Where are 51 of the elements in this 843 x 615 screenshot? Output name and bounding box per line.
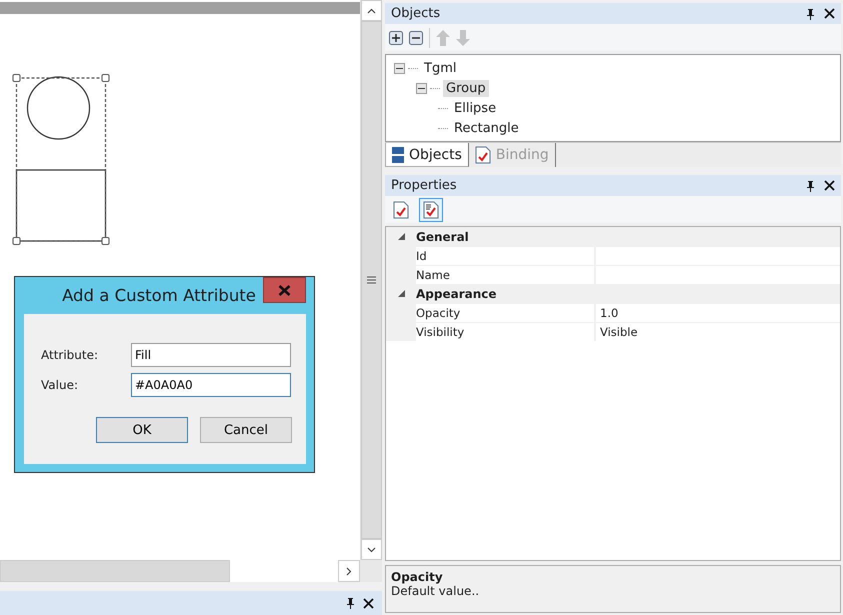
input-field[interactable]: #A0A0A0 xyxy=(131,373,291,397)
close-icon[interactable] xyxy=(824,180,835,191)
caret-up-icon xyxy=(367,8,376,14)
category-label: Appearance xyxy=(416,286,497,300)
layers-icon xyxy=(392,146,404,162)
pin-icon[interactable] xyxy=(346,597,355,609)
collapse-icon[interactable] xyxy=(416,82,427,94)
property-name: Id xyxy=(416,246,594,264)
tree-item[interactable]: Rectangle xyxy=(451,120,522,136)
dialog-title: Add a Custom Attribute xyxy=(61,285,257,305)
tree-item[interactable]: Ellipse xyxy=(451,100,500,116)
expand-all-icon[interactable] xyxy=(389,30,403,44)
selection-box[interactable] xyxy=(12,74,110,245)
close-button[interactable] xyxy=(263,277,306,303)
property-name: Name xyxy=(416,266,594,284)
scroll-down-button[interactable] xyxy=(361,539,382,560)
input-field[interactable]: Fill xyxy=(131,343,291,367)
panel-tab[interactable]: Objects xyxy=(385,143,469,167)
category-label: General xyxy=(416,230,469,244)
tree-item[interactable]: Tgml xyxy=(421,60,460,76)
scrollbar-thumb[interactable] xyxy=(0,560,230,582)
cancel-button[interactable]: Cancel xyxy=(200,417,292,443)
panel-title: Properties xyxy=(391,178,458,193)
property-value[interactable]: Visible xyxy=(596,322,840,340)
close-icon[interactable] xyxy=(363,598,374,608)
pin-icon[interactable] xyxy=(806,8,815,20)
panel-title: Objects xyxy=(391,6,442,21)
property-name: Opacity xyxy=(416,304,594,322)
field-label: Attribute: xyxy=(41,348,100,362)
close-icon[interactable] xyxy=(824,8,835,19)
field-label: Value: xyxy=(41,378,79,392)
categorized-view-button[interactable] xyxy=(419,198,443,222)
scroll-up-button[interactable] xyxy=(361,0,382,21)
ellipse-shape xyxy=(26,76,90,140)
document-check-icon xyxy=(423,200,439,218)
scrollbar-thumb[interactable] xyxy=(361,21,382,539)
property-name: Visibility xyxy=(416,322,594,340)
property-value[interactable]: 1.0 xyxy=(596,304,840,322)
collapse-all-icon[interactable] xyxy=(409,30,423,44)
caret-right-icon xyxy=(346,566,352,576)
collapse-icon[interactable] xyxy=(394,62,405,74)
pin-icon[interactable] xyxy=(806,180,815,192)
tree-item[interactable]: Group xyxy=(443,80,489,96)
description-title: Opacity xyxy=(391,570,444,584)
description-text: Default value.. xyxy=(391,584,480,598)
caret-down-icon xyxy=(367,546,376,552)
ok-button[interactable]: OK xyxy=(96,417,188,443)
document-check-icon xyxy=(474,146,491,164)
scroll-right-button[interactable] xyxy=(338,560,360,582)
document-check-icon xyxy=(393,200,409,218)
close-icon xyxy=(278,284,291,296)
